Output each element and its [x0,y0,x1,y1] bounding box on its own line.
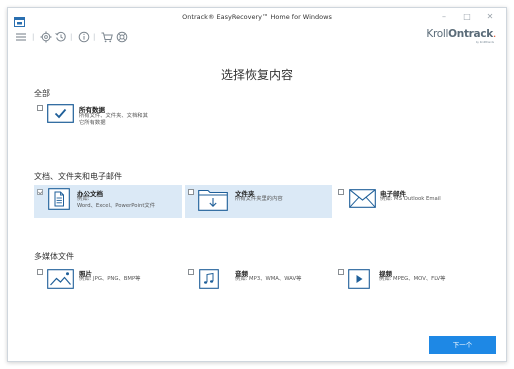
toolbar-separator: | [70,33,73,41]
option-audio[interactable]: 音频 例如: MP3、WMA、WAV等 [185,265,332,298]
brand-name-light: Kroll [426,28,449,40]
checkbox-office-docs[interactable] [37,189,43,195]
option-all-data[interactable]: 所有数据 所有文件、文件夹、文档和其 它所有数据 [34,101,184,134]
page-title: 选择恢复内容 [220,68,293,82]
option-office-docs-desc: 例如: Word、Excel、PowerPoint文件 [77,196,155,210]
checkbox-email[interactable] [338,189,344,195]
checkmark-box-icon [47,104,74,127]
maximize-button[interactable]: □ [461,11,473,23]
close-button[interactable]: ✕ [484,11,496,23]
cart-icon[interactable] [100,29,114,43]
history-icon[interactable] [54,29,68,43]
support-icon[interactable] [115,29,129,43]
brand-logo: KrollOntrack. [426,28,496,40]
option-video-desc: 例如: MPEG、MOV、FLV等 [379,276,446,282]
document-icon [48,188,70,214]
photo-icon [47,269,74,293]
section-title-all: 全部 [34,89,50,98]
checkbox-all-data[interactable] [37,105,43,111]
next-button[interactable]: 下一个 [429,336,496,354]
option-all-data-desc: 所有文件、文件夹、文档和其 它所有数据 [79,113,148,127]
checkbox-folders[interactable] [188,189,194,195]
app-window: Ontrack® EasyRecovery™ Home for Windows … [7,7,507,362]
section-title-media: 多媒体文件 [34,252,74,261]
play-icon [348,269,370,293]
option-email-desc: 例如: MS Outlook Email [380,196,441,202]
checkbox-photos[interactable] [37,269,43,275]
envelope-icon [349,189,376,212]
title-bar: Ontrack® EasyRecovery™ Home for Windows … [8,8,506,27]
toolbar-separator: | [32,33,35,41]
option-photos[interactable]: 照片 例如: JPG、PNG、BMP等 [34,265,184,298]
option-photos-desc: 例如: JPG、PNG、BMP等 [79,276,141,282]
menu-icon[interactable] [14,29,28,43]
section-title-docs: 文档、文件夹和电子邮件 [34,172,122,181]
option-folders[interactable]: 文件夹 所有文件夹里的内容 [185,185,332,218]
option-email[interactable]: 电子邮件 例如: MS Outlook Email [335,185,485,218]
brand-name-bold: Ontrack [448,28,493,40]
info-icon[interactable] [77,29,91,43]
folder-download-icon [198,188,228,215]
checkbox-audio[interactable] [188,269,194,275]
option-audio-desc: 例如: MP3、WMA、WAV等 [235,276,302,282]
gear-icon[interactable] [39,29,53,43]
toolbar: | | | KrollOntrack. by KrollBrands [8,27,506,45]
option-video[interactable]: 视频 例如: MPEG、MOV、FLV等 [335,265,485,298]
checkbox-video[interactable] [338,269,344,275]
minimize-button[interactable]: – [438,11,450,23]
brand-subtitle: by KrollBrands [475,41,494,44]
brand-dot: . [492,28,496,40]
toolbar-separator: | [93,33,96,41]
option-office-docs[interactable]: 办公文档 例如: Word、Excel、PowerPoint文件 [34,185,182,218]
music-note-icon [199,269,219,293]
window-title: Ontrack® EasyRecovery™ Home for Windows [182,13,332,21]
option-folders-desc: 所有文件夹里的内容 [235,196,283,202]
